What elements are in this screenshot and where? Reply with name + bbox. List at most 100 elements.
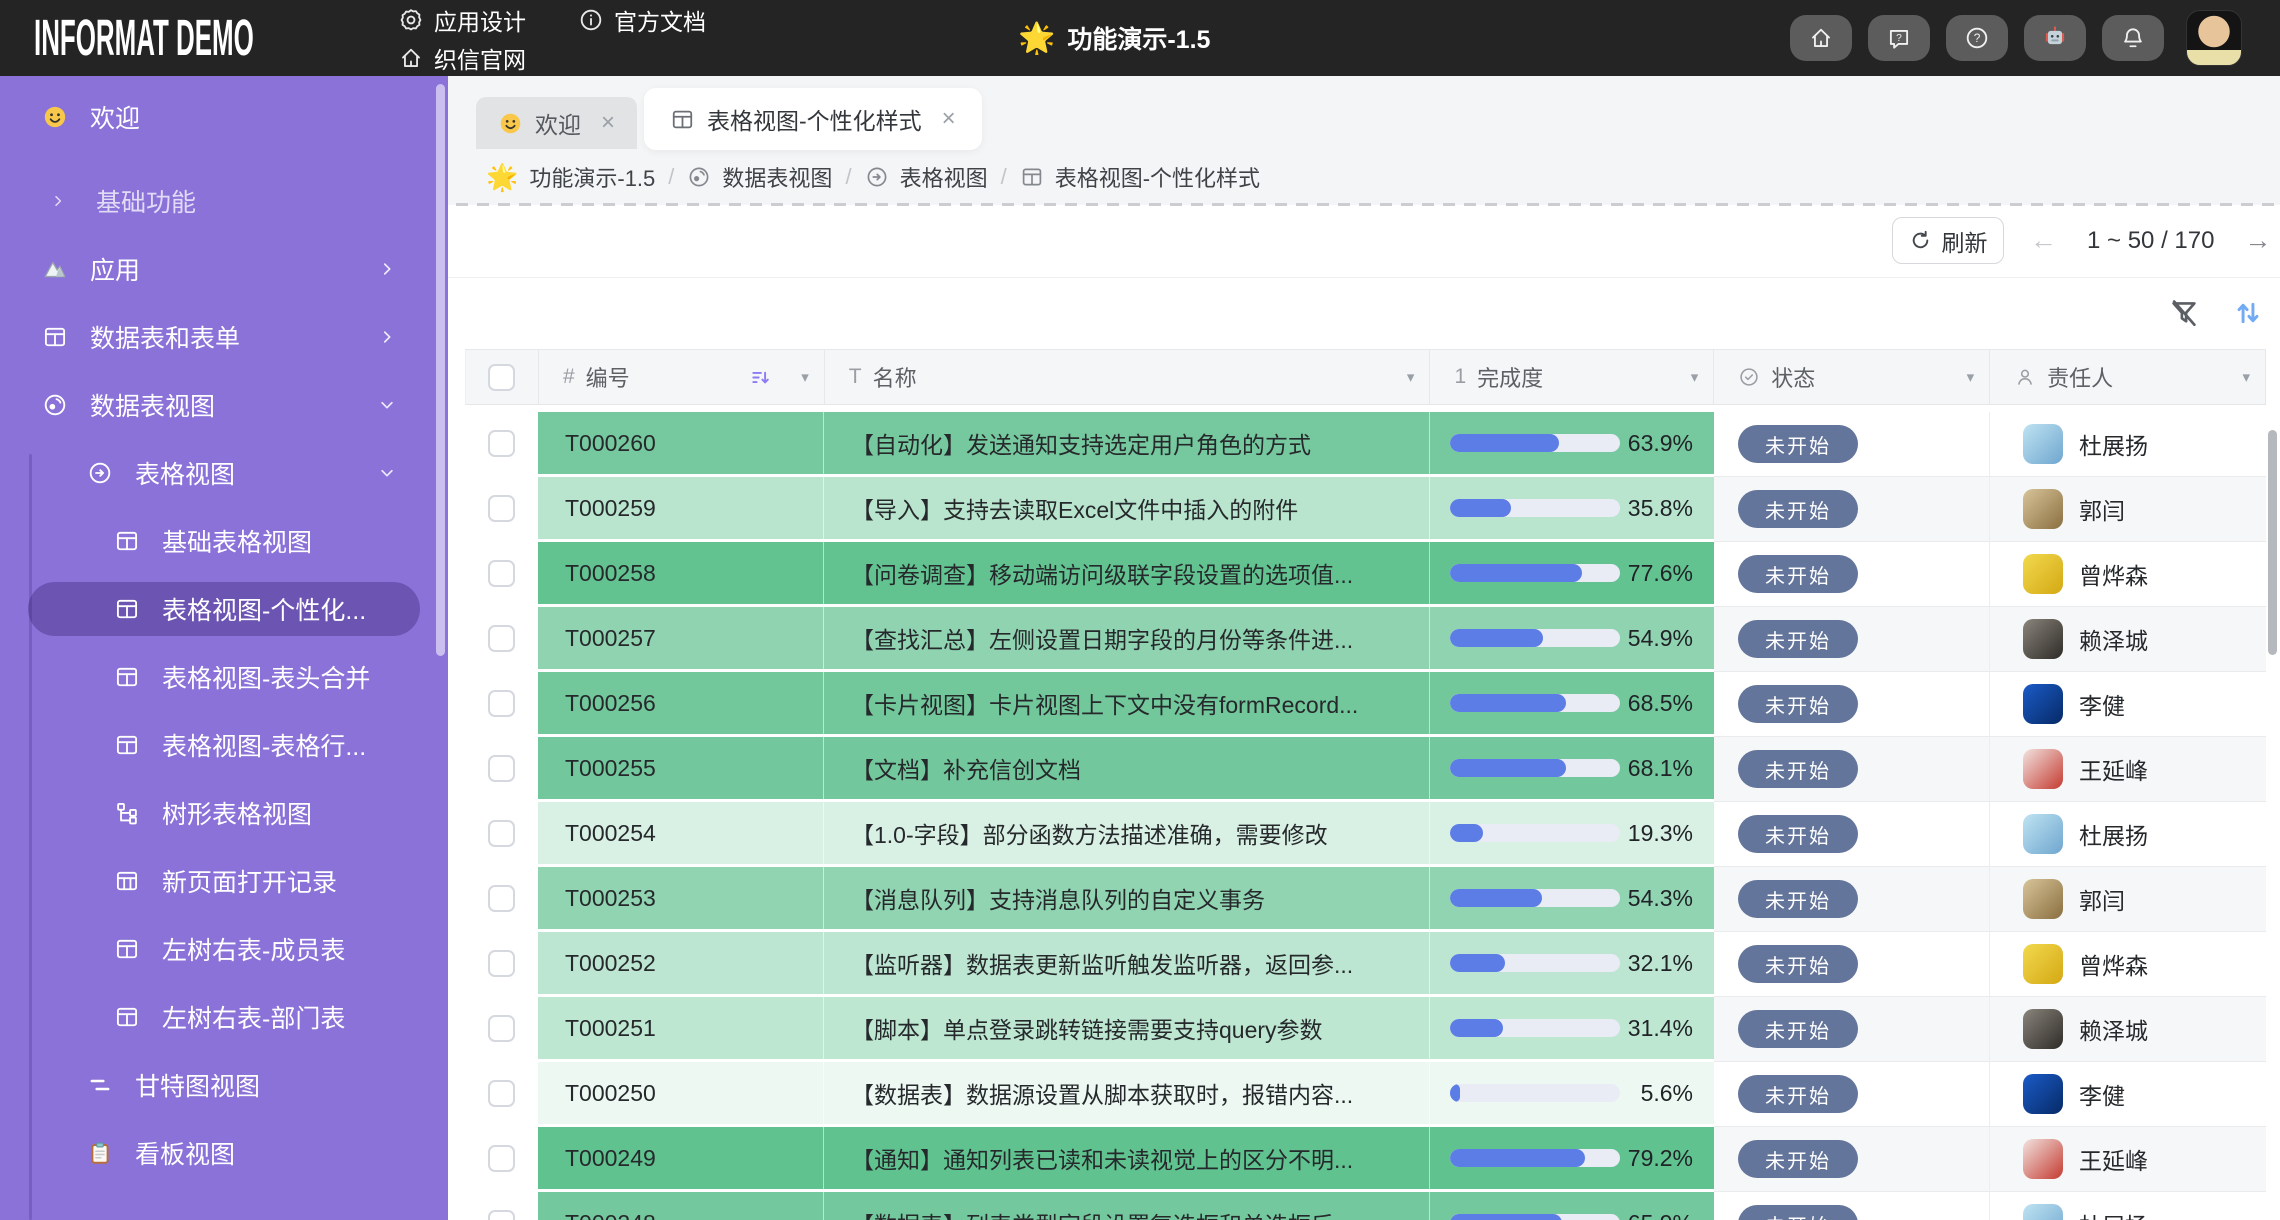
row-checkbox[interactable] — [488, 755, 515, 782]
grid-icon — [114, 868, 140, 894]
row-checkbox[interactable] — [488, 950, 515, 977]
table-row-T000255[interactable]: T000255 【文档】补充信创文档 68.1% 未开始 王延峰 — [465, 737, 2266, 802]
cell-name: 【1.0-字段】部分函数方法描述准确，需要修改 — [824, 802, 1430, 864]
sort-button[interactable] — [2232, 297, 2264, 329]
row-checkbox[interactable] — [488, 1210, 515, 1220]
sidebar-scrollbar[interactable] — [436, 84, 445, 656]
chevron-down-icon[interactable]: ▾ — [801, 368, 809, 386]
table-row-T000258[interactable]: T000258 【问卷调查】移动端访问级联字段设置的选项值... 77.6% 未… — [465, 542, 2266, 607]
breadcrumb-item-功能演示-1.5[interactable]: 🌟 功能演示-1.5 — [486, 161, 655, 193]
sidebar-item-树形表格视图[interactable]: 树形表格视图 — [28, 786, 420, 840]
top-nav-item-2[interactable]: 织信官网 — [398, 38, 526, 78]
top-nav-item-0[interactable]: 应用设计 — [398, 0, 526, 40]
sidebar-item-表格视图-表格行-[interactable]: 表格视图-表格行... — [28, 718, 420, 772]
main-content: 欢迎 × 表格视图-个性化样式 × 🌟 功能演示-1.5 / 数据表视图 / 表… — [448, 76, 2280, 1220]
cell-checkbox — [465, 1127, 538, 1189]
table-row-T000249[interactable]: T000249 【通知】通知列表已读和未读视觉上的区分不明... 79.2% 未… — [465, 1127, 2266, 1192]
sidebar-item-甘特图视图[interactable]: 甘特图视图 — [28, 1058, 420, 1112]
table-scrollbar[interactable] — [2268, 430, 2277, 655]
top-nav-item-1[interactable]: 官方文档 — [578, 0, 706, 40]
tab-表格视图-个性化样式[interactable]: 表格视图-个性化样式 × — [644, 88, 982, 150]
notifications-button[interactable] — [2102, 15, 2164, 61]
prev-page-arrow[interactable]: ← — [2030, 225, 2057, 256]
sidebar-item-欢迎[interactable]: 欢迎 — [28, 90, 420, 144]
tab-欢迎[interactable]: 欢迎 × — [476, 97, 637, 149]
breadcrumb-item-表格视图[interactable]: 表格视图 — [865, 161, 988, 193]
row-checkbox[interactable] — [488, 625, 515, 652]
tab-close-icon[interactable]: × — [601, 109, 615, 137]
table-row-T000251[interactable]: T000251 【脚本】单点登录跳转链接需要支持query参数 31.4% 未开… — [465, 997, 2266, 1062]
sidebar-item-新页面打开记录[interactable]: 新页面打开记录 — [28, 854, 420, 908]
progress-bar — [1450, 629, 1620, 647]
filter-off-button[interactable] — [2168, 297, 2200, 329]
help-button[interactable] — [1946, 15, 2008, 61]
owner-name: 郭闫 — [2079, 492, 2125, 526]
cell-id: T000258 — [538, 542, 824, 604]
sort-descending-icon[interactable] — [749, 366, 772, 389]
sidebar-item-左树右表-成员表[interactable]: 左树右表-成员表 — [28, 922, 420, 976]
row-checkbox[interactable] — [488, 560, 515, 587]
chevron-down-icon[interactable]: ▾ — [1407, 368, 1415, 386]
cell-checkbox — [465, 477, 538, 539]
table-icon — [670, 107, 695, 132]
assistant-button[interactable] — [2024, 15, 2086, 61]
table-row-T000256[interactable]: T000256 【卡片视图】卡片视图上下文中没有formRecord... 68… — [465, 672, 2266, 737]
tab-close-icon[interactable]: × — [942, 105, 956, 133]
table-row-T000252[interactable]: T000252 【监听器】数据表更新监听触发监听器，返回参... 32.1% 未… — [465, 932, 2266, 997]
sidebar-item-基础表格视图[interactable]: 基础表格视图 — [28, 514, 420, 568]
sidebar-item-左树右表-部门表[interactable]: 左树右表-部门表 — [28, 990, 420, 1044]
cell-checkbox — [465, 1062, 538, 1124]
select-all-checkbox[interactable] — [488, 364, 515, 391]
sidebar-item-表格视图-个性化-[interactable]: 表格视图-个性化... — [28, 582, 420, 636]
cell-progress: 35.8% — [1430, 477, 1714, 539]
chevron-down-icon[interactable]: ▾ — [2242, 368, 2250, 386]
table-row-T000248[interactable]: T000248 【数据表】列表类型字段设置复选框和单选框后 65.9% 未开始 … — [465, 1192, 2266, 1220]
table-row-T000257[interactable]: T000257 【查找汇总】左侧设置日期字段的月份等条件进... 54.9% 未… — [465, 607, 2266, 672]
cell-id: T000253 — [538, 867, 824, 929]
sidebar-item-应用[interactable]: 应用 — [28, 242, 420, 296]
sidebar-item-数据表和表单[interactable]: 数据表和表单 — [28, 310, 420, 364]
row-checkbox[interactable] — [488, 690, 515, 717]
row-checkbox[interactable] — [488, 1080, 515, 1107]
table-row-T000260[interactable]: T000260 【自动化】发送通知支持选定用户角色的方式 63.9% 未开始 杜… — [465, 412, 2266, 477]
chevron-down-icon[interactable]: ▾ — [1967, 368, 1975, 386]
tab-label: 表格视图-个性化样式 — [707, 102, 922, 136]
home-button[interactable] — [1790, 15, 1852, 61]
cell-id: T000254 — [538, 802, 824, 864]
cell-progress: 77.6% — [1430, 542, 1714, 604]
user-avatar[interactable] — [2186, 10, 2242, 66]
column-header-progress[interactable]: 1 完成度 ▾ — [1430, 350, 1714, 404]
row-checkbox[interactable] — [488, 1145, 515, 1172]
column-header-owner[interactable]: 责任人 ▾ — [1990, 350, 2266, 404]
row-checkbox[interactable] — [488, 820, 515, 847]
column-header-name[interactable]: T 名称 ▾ — [825, 350, 1431, 404]
app-logo[interactable]: INFORMAT DEMO — [34, 0, 339, 76]
next-page-arrow[interactable]: → — [2244, 225, 2271, 256]
sidebar-item-基础功能[interactable]: 基础功能 — [28, 174, 420, 228]
column-header-id[interactable]: # 编号 ▾ — [539, 350, 825, 404]
sidebar-item-表格视图[interactable]: 表格视图 — [28, 446, 420, 500]
top-bar: INFORMAT DEMO 应用设计 官方文档 织信官网 🌟 功能演示-1.5 — [0, 0, 2280, 76]
row-checkbox[interactable] — [488, 430, 515, 457]
progress-value: 32.1% — [1628, 932, 1693, 994]
sidebar-item-表格视图-表头合并[interactable]: 表格视图-表头合并 — [28, 650, 420, 704]
feedback-button[interactable] — [1868, 15, 1930, 61]
row-checkbox[interactable] — [488, 885, 515, 912]
row-checkbox[interactable] — [488, 495, 515, 522]
table-row-T000253[interactable]: T000253 【消息队列】支持消息队列的自定义事务 54.3% 未开始 郭闫 — [465, 867, 2266, 932]
sidebar-item-数据表视图[interactable]: 数据表视图 — [28, 378, 420, 432]
sidebar-item-看板视图[interactable]: 看板视图 — [28, 1126, 420, 1180]
sidebar-item-label: 看板视图 — [135, 1135, 235, 1171]
table-row-T000254[interactable]: T000254 【1.0-字段】部分函数方法描述准确，需要修改 19.3% 未开… — [465, 802, 2266, 867]
breadcrumb-item-数据表视图[interactable]: 数据表视图 — [687, 161, 832, 193]
column-header-status[interactable]: 状态 ▾ — [1714, 350, 1990, 404]
table-row-T000250[interactable]: T000250 【数据表】数据源设置从脚本获取时，报错内容... 5.6% 未开… — [465, 1062, 2266, 1127]
person-icon — [2014, 366, 2036, 388]
row-checkbox[interactable] — [488, 1015, 515, 1042]
table-row-T000259[interactable]: T000259 【导入】支持去读取Excel文件中插入的附件 35.8% 未开始… — [465, 477, 2266, 542]
cell-checkbox — [465, 932, 538, 994]
refresh-button[interactable]: 刷新 — [1892, 217, 2004, 264]
chevron-down-icon[interactable]: ▾ — [1691, 368, 1699, 386]
breadcrumb-item-表格视图-个性化样式[interactable]: 表格视图-个性化样式 — [1020, 161, 1260, 193]
sidebar-item-label: 树形表格视图 — [162, 795, 312, 831]
